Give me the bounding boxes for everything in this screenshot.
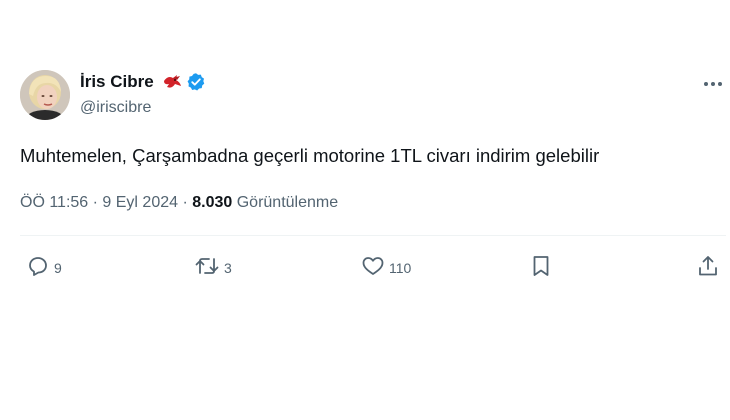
tweet-date[interactable]: 9 Eyl 2024 <box>102 194 178 211</box>
meta-separator: · <box>88 194 103 211</box>
retweet-count: 3 <box>224 260 232 276</box>
tweet-meta: ÖÖ 11:56 · 9 Eyl 2024 · 8.030 Görüntülen… <box>20 194 338 212</box>
more-options-button[interactable] <box>700 73 726 93</box>
views-count: 8.030 <box>192 194 233 211</box>
display-name[interactable]: İris Cibre <box>80 72 154 92</box>
like-heart-icon <box>361 254 385 283</box>
retweet-icon <box>194 254 220 283</box>
avatar[interactable] <box>20 70 70 120</box>
reply-button[interactable]: 9 <box>26 254 62 282</box>
name-row: İris Cibre <box>80 71 206 93</box>
share-icon <box>696 254 720 283</box>
tweet-card: İris Cibre @iriscibre Muhtemelen, Çarşam <box>0 0 730 420</box>
tweet-text: Muhtemelen, Çarşambadna geçerli motorine… <box>20 145 600 166</box>
like-count: 110 <box>389 260 412 276</box>
reply-count: 9 <box>54 260 62 276</box>
bookmark-icon <box>529 254 553 283</box>
meta-separator: · <box>178 194 193 211</box>
bookmark-button[interactable] <box>529 254 553 282</box>
more-options-icon <box>703 74 723 92</box>
retweet-button[interactable]: 3 <box>194 254 232 282</box>
user-handle[interactable]: @iriscibre <box>80 99 151 117</box>
reply-icon <box>26 254 50 283</box>
views-label: Görüntülenme <box>232 194 339 211</box>
verified-badge-icon <box>186 72 206 92</box>
tweet-time[interactable]: ÖÖ 11:56 <box>20 194 88 211</box>
divider <box>20 235 726 236</box>
like-button[interactable]: 110 <box>361 254 411 282</box>
share-button[interactable] <box>696 254 720 282</box>
red-bird-emoji-icon <box>161 72 183 92</box>
